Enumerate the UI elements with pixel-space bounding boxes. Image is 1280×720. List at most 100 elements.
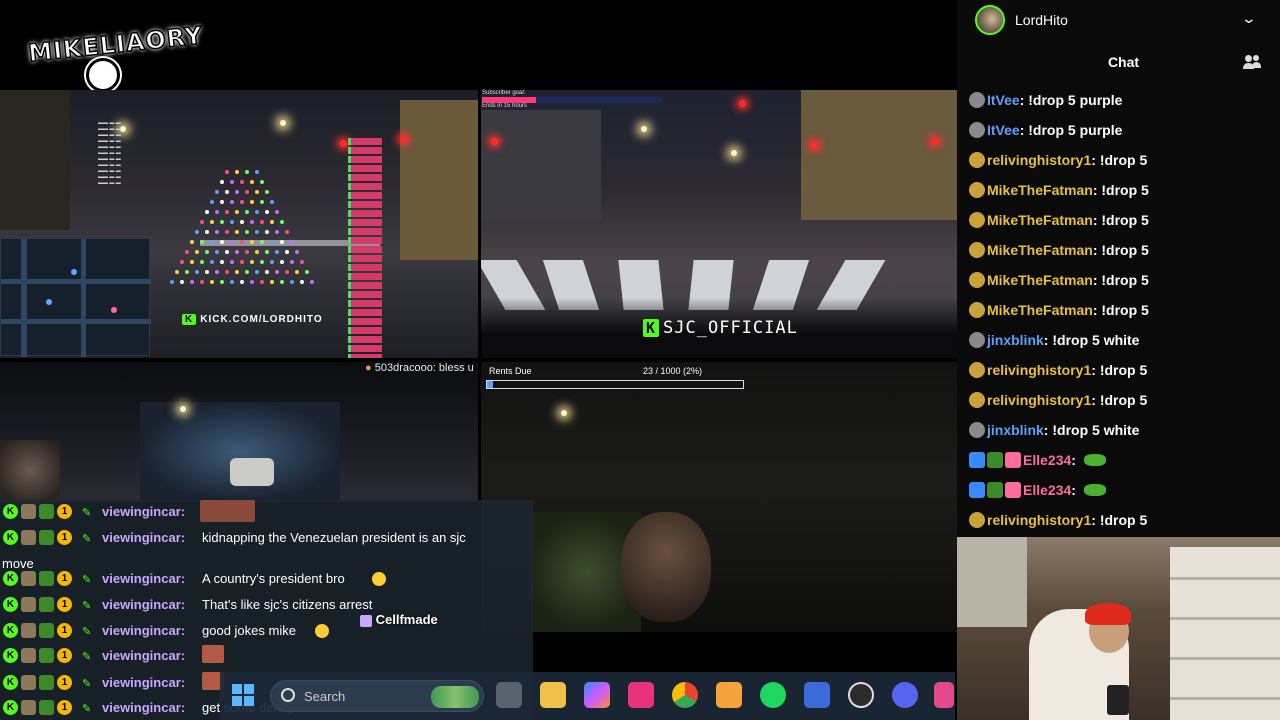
chat-username[interactable]: MikeTheFatman <box>987 272 1093 288</box>
sub-badge-icon: 1 <box>57 675 72 690</box>
overlay-chat-message: kidnapping the Venezuelan president is a… <box>202 530 466 545</box>
chat-username[interactable]: ItVee <box>987 122 1020 138</box>
chevron-down-icon[interactable]: ⌄ <box>1241 10 1257 27</box>
chat-username[interactable]: Elle234 <box>1023 452 1071 468</box>
chat-message[interactable]: relivinghistory1: !drop 5 <box>969 510 1147 530</box>
plinko-peg <box>230 260 234 264</box>
plinko-peg <box>240 220 244 224</box>
plinko-peg <box>220 200 224 204</box>
sub-badge-icon: 1 <box>57 571 72 586</box>
plinko-peg <box>230 200 234 204</box>
windows-taskbar: Search <box>220 672 955 720</box>
chat-message[interactable]: relivinghistory1: !drop 5 <box>969 390 1147 410</box>
chat-message[interactable]: ItVee: !drop 5 purple <box>969 120 1122 140</box>
og-badge-icon <box>39 648 54 663</box>
task-view-icon[interactable] <box>496 682 522 708</box>
search-highlight-icon <box>431 686 479 708</box>
app-icon[interactable] <box>934 682 954 708</box>
chat-username[interactable]: MikeTheFatman <box>987 302 1093 318</box>
search-icon <box>281 688 295 702</box>
plinko-peg <box>280 220 284 224</box>
rents-label: Rents Due <box>489 366 532 376</box>
kick-badge-icon: K <box>3 530 18 545</box>
plinko-peg <box>255 190 259 194</box>
chat-message[interactable]: jinxblink: !drop 5 white <box>969 330 1139 350</box>
plinko-peg <box>270 220 274 224</box>
chrome-icon[interactable] <box>672 682 698 708</box>
plinko-peg <box>200 220 204 224</box>
chat-message[interactable]: jinxblink: !drop 5 white <box>969 420 1139 440</box>
plinko-peg <box>190 240 194 244</box>
chat-message[interactable]: relivinghistory1: !drop 5 <box>969 360 1147 380</box>
chat-username[interactable]: relivinghistory1 <box>987 392 1091 408</box>
plinko-peg <box>235 170 239 174</box>
windows-start-icon[interactable] <box>232 684 254 706</box>
overlay-chat-username: viewingincar: <box>102 504 186 519</box>
dev-app-icon[interactable] <box>804 682 830 708</box>
chat-message[interactable]: MikeTheFatman: !drop 5 <box>969 180 1149 200</box>
plinko-peg <box>215 250 219 254</box>
chat-message[interactable]: ItVee: !drop 5 purple <box>969 90 1122 110</box>
plinko-peg <box>255 210 259 214</box>
copilot-icon[interactable] <box>584 682 610 708</box>
chat-message[interactable]: Elle234: <box>969 450 1106 470</box>
plinko-peg <box>250 200 254 204</box>
plinko-peg <box>260 240 264 244</box>
obs-icon[interactable] <box>848 682 874 708</box>
chat-username[interactable]: relivinghistory1 <box>987 362 1091 378</box>
chat-colon: : <box>1092 272 1102 288</box>
chat-message[interactable]: MikeTheFatman: !drop 5 <box>969 270 1149 290</box>
streamer-username: LordHito <box>1015 12 1068 28</box>
kick-logo-icon: K <box>182 314 197 325</box>
avatar-badge-icon <box>21 675 36 690</box>
chat-message[interactable]: Elle234: <box>969 480 1106 500</box>
pencil-icon: ✎ <box>82 626 92 638</box>
plinko-peg <box>310 280 314 284</box>
plinko-peg <box>245 170 249 174</box>
plinko-peg <box>215 270 219 274</box>
user-avatar-icon <box>969 512 985 528</box>
chat-username[interactable]: MikeTheFatman <box>987 182 1093 198</box>
chat-username[interactable]: Elle234 <box>1023 482 1071 498</box>
spotify-icon[interactable] <box>760 682 786 708</box>
plinko-peg <box>255 170 259 174</box>
plinko-peg <box>270 240 274 244</box>
streamer-header[interactable]: LordHito <box>975 5 1068 35</box>
chat-username[interactable]: MikeTheFatman <box>987 212 1093 228</box>
chat-username[interactable]: jinxblink <box>987 422 1044 438</box>
plinko-peg <box>305 270 309 274</box>
emote-icon <box>1083 454 1106 466</box>
plinko-peg <box>225 230 229 234</box>
stream-bottom-left <box>0 362 478 502</box>
chat-message[interactable]: MikeTheFatman: !drop 5 <box>969 300 1149 320</box>
chat-username[interactable]: MikeTheFatman <box>987 242 1093 258</box>
avatar-badge-icon <box>21 648 36 663</box>
plinko-peg <box>275 210 279 214</box>
plinko-peg <box>230 240 234 244</box>
picsart-icon[interactable] <box>628 682 654 708</box>
chat-username[interactable]: ItVee <box>987 92 1020 108</box>
chat-message[interactable]: relivinghistory1: !drop 5 <box>969 150 1147 170</box>
chat-message[interactable]: MikeTheFatman: !drop 5 <box>969 210 1149 230</box>
file-explorer-icon[interactable] <box>540 682 566 708</box>
user-avatar-icon <box>969 332 985 348</box>
chat-text: !drop 5 <box>1101 212 1149 228</box>
kick-badge-icon: K <box>3 597 18 612</box>
chat-username[interactable]: relivinghistory1 <box>987 152 1091 168</box>
plinko-peg <box>260 280 264 284</box>
emote-icon <box>1083 484 1106 496</box>
users-icon[interactable] <box>1243 54 1261 70</box>
discord-icon[interactable] <box>892 682 918 708</box>
pencil-icon: ✎ <box>82 651 92 663</box>
overlay-chat-username: viewingincar: <box>102 623 186 638</box>
og-badge-icon <box>39 597 54 612</box>
taskbar-search[interactable]: Search <box>270 680 484 712</box>
chat-text: !drop 5 <box>1101 302 1149 318</box>
avatar-badge-icon <box>21 504 36 519</box>
chat-message[interactable]: MikeTheFatman: !drop 5 <box>969 240 1149 260</box>
chat-username[interactable]: relivinghistory1 <box>987 512 1091 528</box>
chat-username[interactable]: jinxblink <box>987 332 1044 348</box>
plinko-peg <box>170 280 174 284</box>
user-avatar-icon <box>969 152 985 168</box>
brightness-app-icon[interactable] <box>716 682 742 708</box>
